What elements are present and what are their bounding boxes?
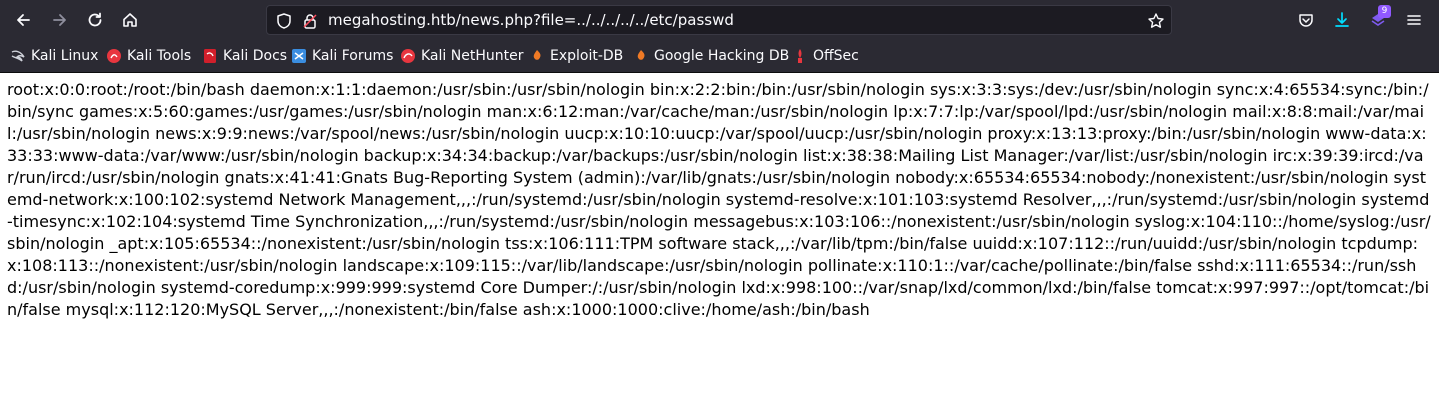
bookmark-label: Google Hacking DB xyxy=(654,48,790,64)
kali-dragon-icon xyxy=(11,50,25,62)
back-button[interactable] xyxy=(9,6,37,34)
bookmark-label: OffSec xyxy=(813,48,859,64)
bookmark-label: Kali Forums xyxy=(312,48,394,64)
nethunter-icon xyxy=(401,49,415,63)
hamburger-menu-icon xyxy=(1407,15,1421,25)
bookmark-label: Kali Linux xyxy=(31,48,99,64)
ghdb-icon xyxy=(637,50,645,60)
bookmark-kali-linux[interactable]: Kali Linux xyxy=(10,46,98,66)
extensions-count-badge: 9 xyxy=(1378,5,1391,18)
bookmark-label: Kali Tools xyxy=(127,48,192,64)
bookmark-label: Kali NetHunter xyxy=(421,48,524,64)
browser-chrome: megahosting.htb/news.php?file=../../../.… xyxy=(0,0,1439,73)
bookmark-kali-nethunter[interactable]: Kali NetHunter xyxy=(400,46,523,66)
bookmark-label: Kali Docs xyxy=(223,48,288,64)
bookmark-label: Exploit-DB xyxy=(550,48,624,64)
bookmark-google-hacking-db[interactable]: Google Hacking DB xyxy=(633,46,789,66)
kali-tools-icon xyxy=(107,49,121,63)
forward-arrow-icon xyxy=(53,14,66,26)
back-arrow-icon xyxy=(17,14,30,26)
bookmark-exploit-db[interactable]: Exploit-DB xyxy=(529,46,623,66)
forward-button[interactable] xyxy=(46,6,74,34)
reload-button[interactable] xyxy=(81,6,109,34)
tracking-protection-shield-icon[interactable] xyxy=(275,12,293,30)
reload-icon xyxy=(88,12,102,27)
url-text[interactable]: megahosting.htb/news.php?file=../../../.… xyxy=(328,11,734,29)
pocket-button[interactable] xyxy=(1292,6,1320,34)
bookmarks-toolbar: Kali Linux Kali Tools Kali Docs Kali For… xyxy=(0,40,1439,73)
offsec-icon xyxy=(798,49,802,63)
address-bar[interactable]: megahosting.htb/news.php?file=../../../.… xyxy=(266,5,1172,35)
kali-docs-icon xyxy=(204,49,216,63)
bookmark-kali-docs[interactable]: Kali Docs xyxy=(202,46,287,66)
home-icon xyxy=(123,13,137,27)
bookmark-kali-tools[interactable]: Kali Tools xyxy=(106,46,191,66)
bookmark-offsec[interactable]: OffSec xyxy=(792,46,859,66)
page-content-passwd-dump: root:x:0:0:root:/root:/bin/bash daemon:x… xyxy=(7,80,1431,319)
download-icon xyxy=(1335,12,1349,27)
insecure-connection-icon[interactable] xyxy=(301,12,319,30)
kali-forums-icon xyxy=(292,49,306,63)
home-button[interactable] xyxy=(116,6,144,34)
navigation-toolbar: megahosting.htb/news.php?file=../../../.… xyxy=(0,0,1439,40)
downloads-button[interactable] xyxy=(1328,6,1356,34)
bookmark-star-icon[interactable] xyxy=(1147,12,1165,30)
bookmark-kali-forums[interactable]: Kali Forums xyxy=(291,46,393,66)
pocket-icon xyxy=(1299,14,1313,27)
app-menu-button[interactable] xyxy=(1400,6,1428,34)
exploit-db-icon xyxy=(533,50,541,60)
